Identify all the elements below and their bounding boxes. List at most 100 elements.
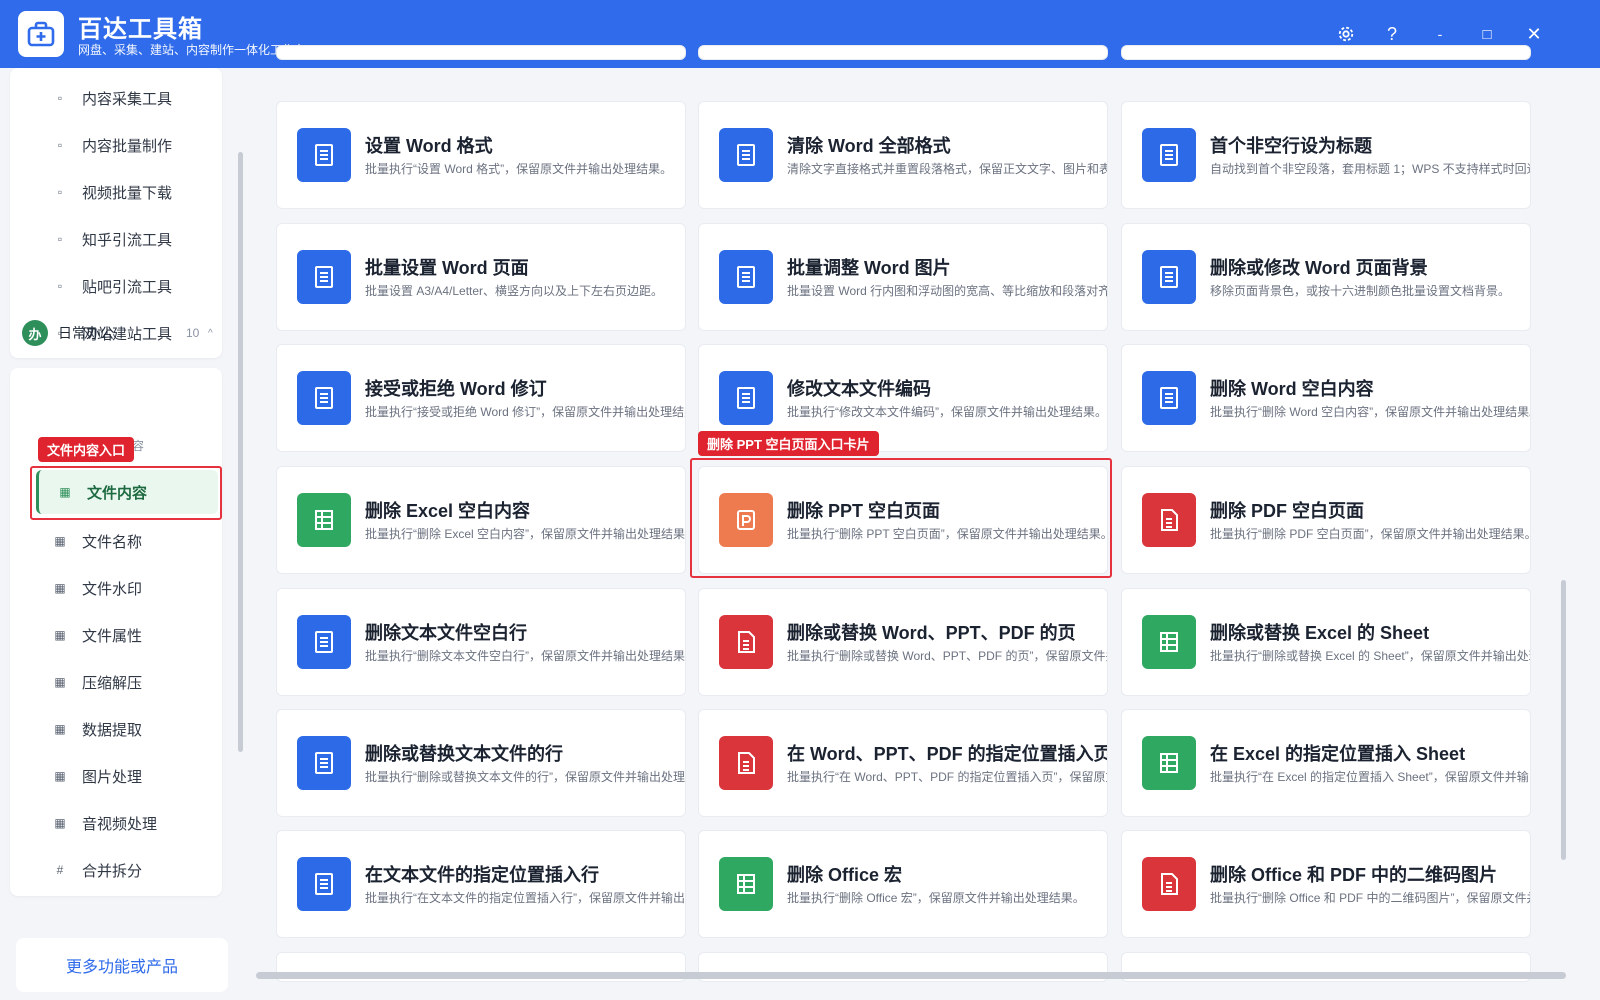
card-title: 删除或替换文本文件的行 [365,744,563,764]
tool-card[interactable]: 删除或替换文本文件的行批量执行“删除或替换文本文件的行”，保留原文件并输出处理结… [276,709,686,817]
tool-card[interactable]: 清除 Word 全部格式 清除文字直接格式并重置段落格式，保留正文文字、图片和表格… [698,101,1108,209]
sidebar-item-file-tool[interactable]: ▦ 文件水印 [50,568,142,608]
highlight-box-file-content [30,466,222,520]
sidebar-item-tool[interactable]: ▫ 贴吧引流工具 [50,266,172,306]
tool-card[interactable]: 接受或拒绝 Word 修订批量执行“接受或拒绝 Word 修订”，保留原文件并输… [276,344,686,452]
doc-icon [297,736,351,790]
card-title: 删除 Word 空白内容 [1210,379,1374,399]
sidebar-scrollbar[interactable] [238,152,243,752]
tool-card[interactable]: 在 Word、PPT、PDF 的指定位置插入页 批量执行“在 Word、PPT、P… [698,709,1108,817]
tool-card[interactable]: 在文本文件的指定位置插入行 批量执行“在文本文件的指定位置插入行”，保留原文件并输… [276,830,686,938]
tool-card[interactable]: 删除 Office 和 PDF 中的二维码图片批量执行“删除 Office 和 … [1121,830,1531,938]
sidebar-item-file-tool[interactable]: # 合并拆分 [50,850,142,890]
sidebar-item-label: 图片处理 [82,768,143,786]
highlight-box-ppt-card [690,458,1112,578]
card-description: 批量执行“修改文本文件编码”，保留原文件并输出处理结果。 [787,405,1107,419]
card-description: 清除文字直接格式并重置段落格式，保留正文文字、图片和表格。 [787,162,1108,176]
sidebar-item-label: 文件属性 [82,627,143,645]
card-description: 批量执行“删除或替换 Word、PPT、PDF 的页”，保留原文件并输 [787,649,1108,663]
card-description: 批量执行“删除 Office 宏”，保留原文件并输出处理结果。 [787,891,1085,905]
doc-icon [1142,128,1196,182]
doc-icon [297,615,351,669]
sidebar-item-label: 内容采集工具 [82,90,173,108]
doc-icon [719,250,773,304]
more-features-button[interactable]: 更多功能或产品 [16,938,228,992]
doc-icon [1142,250,1196,304]
edit-icon: ▫ [57,138,63,152]
sidebar-item-tool[interactable]: ▫ 内容采集工具 [50,78,172,118]
video-icon: ▫ [57,185,63,199]
card-title: 接受或拒绝 Word 修订 [365,379,547,399]
vertical-scrollbar[interactable] [1561,580,1566,860]
grid-icon: ▦ [54,628,66,642]
card-description: 批量执行“删除 Word 空白内容”，保留原文件并输出处理结果。 [1210,405,1531,419]
card-description: 批量执行“接受或拒绝 Word 修订”，保留原文件并输出处理结果。 [365,405,686,419]
tool-card[interactable]: 删除文本文件空白行批量执行“删除文本文件空白行”，保留原文件并输出处理结果。 [276,588,686,696]
card-description: 批量执行“在 Word、PPT、PDF 的指定位置插入页”，保留原文件 [787,770,1108,784]
tool-card-partial[interactable] [1121,45,1531,60]
sidebar-item-file-tool[interactable]: ▦ 数据提取 [50,709,142,749]
tieba-icon: ▫ [57,279,63,293]
card-description: 批量执行“删除文本文件空白行”，保留原文件并输出处理结果。 [365,649,686,663]
card-title: 删除 PDF 空白页面 [1210,501,1365,521]
tool-card[interactable]: 删除 Word 空白内容批量执行“删除 Word 空白内容”，保留原文件并输出处… [1121,344,1531,452]
ppt-card-entry-tag: 删除 PPT 空白页面入口卡片 [698,431,879,456]
card-title: 删除文本文件空白行 [365,623,527,643]
card-title: 在文本文件的指定位置插入行 [365,865,599,885]
card-title: 删除或修改 Word 页面背景 [1210,258,1428,278]
doc-icon [297,371,351,425]
sidebar-item-tool[interactable]: ▫ 视频批量下载 [50,172,172,212]
tool-card[interactable]: 批量设置 Word 页面 批量设置 A3/A4/Letter、横竖方向以及上下左右… [276,223,686,331]
tool-card[interactable]: 首个非空行设为标题自动找到首个非空段落，套用标题 1；WPS 不支持样式时回退为… [1121,101,1531,209]
tool-card[interactable]: 删除或替换 Word、PPT、PDF 的页批量执行“删除或替换 Word、PPT… [698,588,1108,696]
card-title: 删除或替换 Word、PPT、PDF 的页 [787,623,1076,643]
card-description: 移除页面背景色，或按十六进制颜色批量设置文档背景。 [1210,284,1511,298]
sheet-icon [1142,615,1196,669]
sidebar-item-file-tool[interactable]: ▦ 图片处理 [50,756,142,796]
tool-card[interactable]: 删除 Excel 空白内容 批量执行“删除 Excel 空白内容”，保留原文件并输… [276,466,686,574]
sheet-icon [719,857,773,911]
card-description: 批量执行“删除 Office 和 PDF 中的二维码图片”，保留原文件并输出 [1210,891,1531,905]
collect-icon: ▫ [57,91,63,105]
group-header-office[interactable]: 办 日常办公 10 ^ [22,312,222,354]
pdf-icon [1142,493,1196,547]
tool-card-partial[interactable] [698,45,1108,60]
tool-card-partial[interactable] [276,45,686,60]
horizontal-scrollbar[interactable] [256,972,1566,979]
sidebar-item-file-tool[interactable]: ▦ 音视频处理 [50,803,157,843]
doc-icon [1142,371,1196,425]
sidebar-item-label: 贴吧引流工具 [82,278,173,296]
sidebar-item-tool[interactable]: ▫ 内容批量制作 [50,125,172,165]
tool-card[interactable]: 删除 Office 宏批量执行“删除 Office 宏”，保留原文件并输出处理结… [698,830,1108,938]
tool-card[interactable]: 在 Excel 的指定位置插入 Sheet 批量执行“在 Excel 的指定位置插… [1121,709,1531,817]
chevron-up-icon[interactable]: ^ [208,328,213,339]
group-label: 日常办公 [58,325,114,341]
sidebar-item-tool[interactable]: ▫ 知乎引流工具 [50,219,172,259]
card-description: 批量设置 A3/A4/Letter、横竖方向以及上下左右页边距。 [365,284,664,298]
pdf-icon [719,615,773,669]
card-title: 删除 Office 和 PDF 中的二维码图片 [1210,865,1498,885]
pdf-icon [719,736,773,790]
tool-card[interactable]: 删除或修改 Word 页面背景移除页面背景色，或按十六进制颜色批量设置文档背景。 [1121,223,1531,331]
card-description: 批量执行“设置 Word 格式”，保留原文件并输出处理结果。 [365,162,673,176]
card-title: 删除或替换 Excel 的 Sheet [1210,623,1430,643]
toolbox-logo-icon [18,11,64,57]
tool-card[interactable]: 删除或替换 Excel 的 Sheet 批量执行“删除或替换 Excel 的 Sh… [1121,588,1531,696]
sidebar-item-label: 视频批量下载 [82,184,173,202]
sidebar-item-file-tool[interactable]: ▦ 文件名称 [50,521,142,561]
card-description: 批量执行“删除或替换文本文件的行”，保留原文件并输出处理结果 [365,770,686,784]
grid-icon: ▦ [54,581,66,595]
tool-card[interactable]: 批量调整 Word 图片 批量设置 Word 行内图和浮动图的宽高、等比缩放和段落… [698,223,1108,331]
card-title: 修改文本文件编码 [787,379,931,399]
tool-card[interactable]: 删除 PDF 空白页面 批量执行“删除 PDF 空白页面”，保留原文件并输出处理结… [1121,466,1531,574]
file-content-entry-tag: 文件内容入口 [38,437,135,462]
card-title: 设置 Word 格式 [365,136,493,156]
sheet-icon [297,493,351,547]
sidebar-item-file-tool[interactable]: ▦ 文件属性 [50,615,142,655]
sidebar-item-file-tool[interactable]: ▦ 压缩解压 [50,662,142,702]
hash-icon: # [56,863,64,877]
tool-card[interactable]: 设置 Word 格式批量执行“设置 Word 格式”，保留原文件并输出处理结果。 [276,101,686,209]
sidebar-item-label: 数据提取 [82,721,143,739]
card-description: 批量设置 Word 行内图和浮动图的宽高、等比缩放和段落对齐。 [787,284,1108,298]
doc-icon [297,128,351,182]
